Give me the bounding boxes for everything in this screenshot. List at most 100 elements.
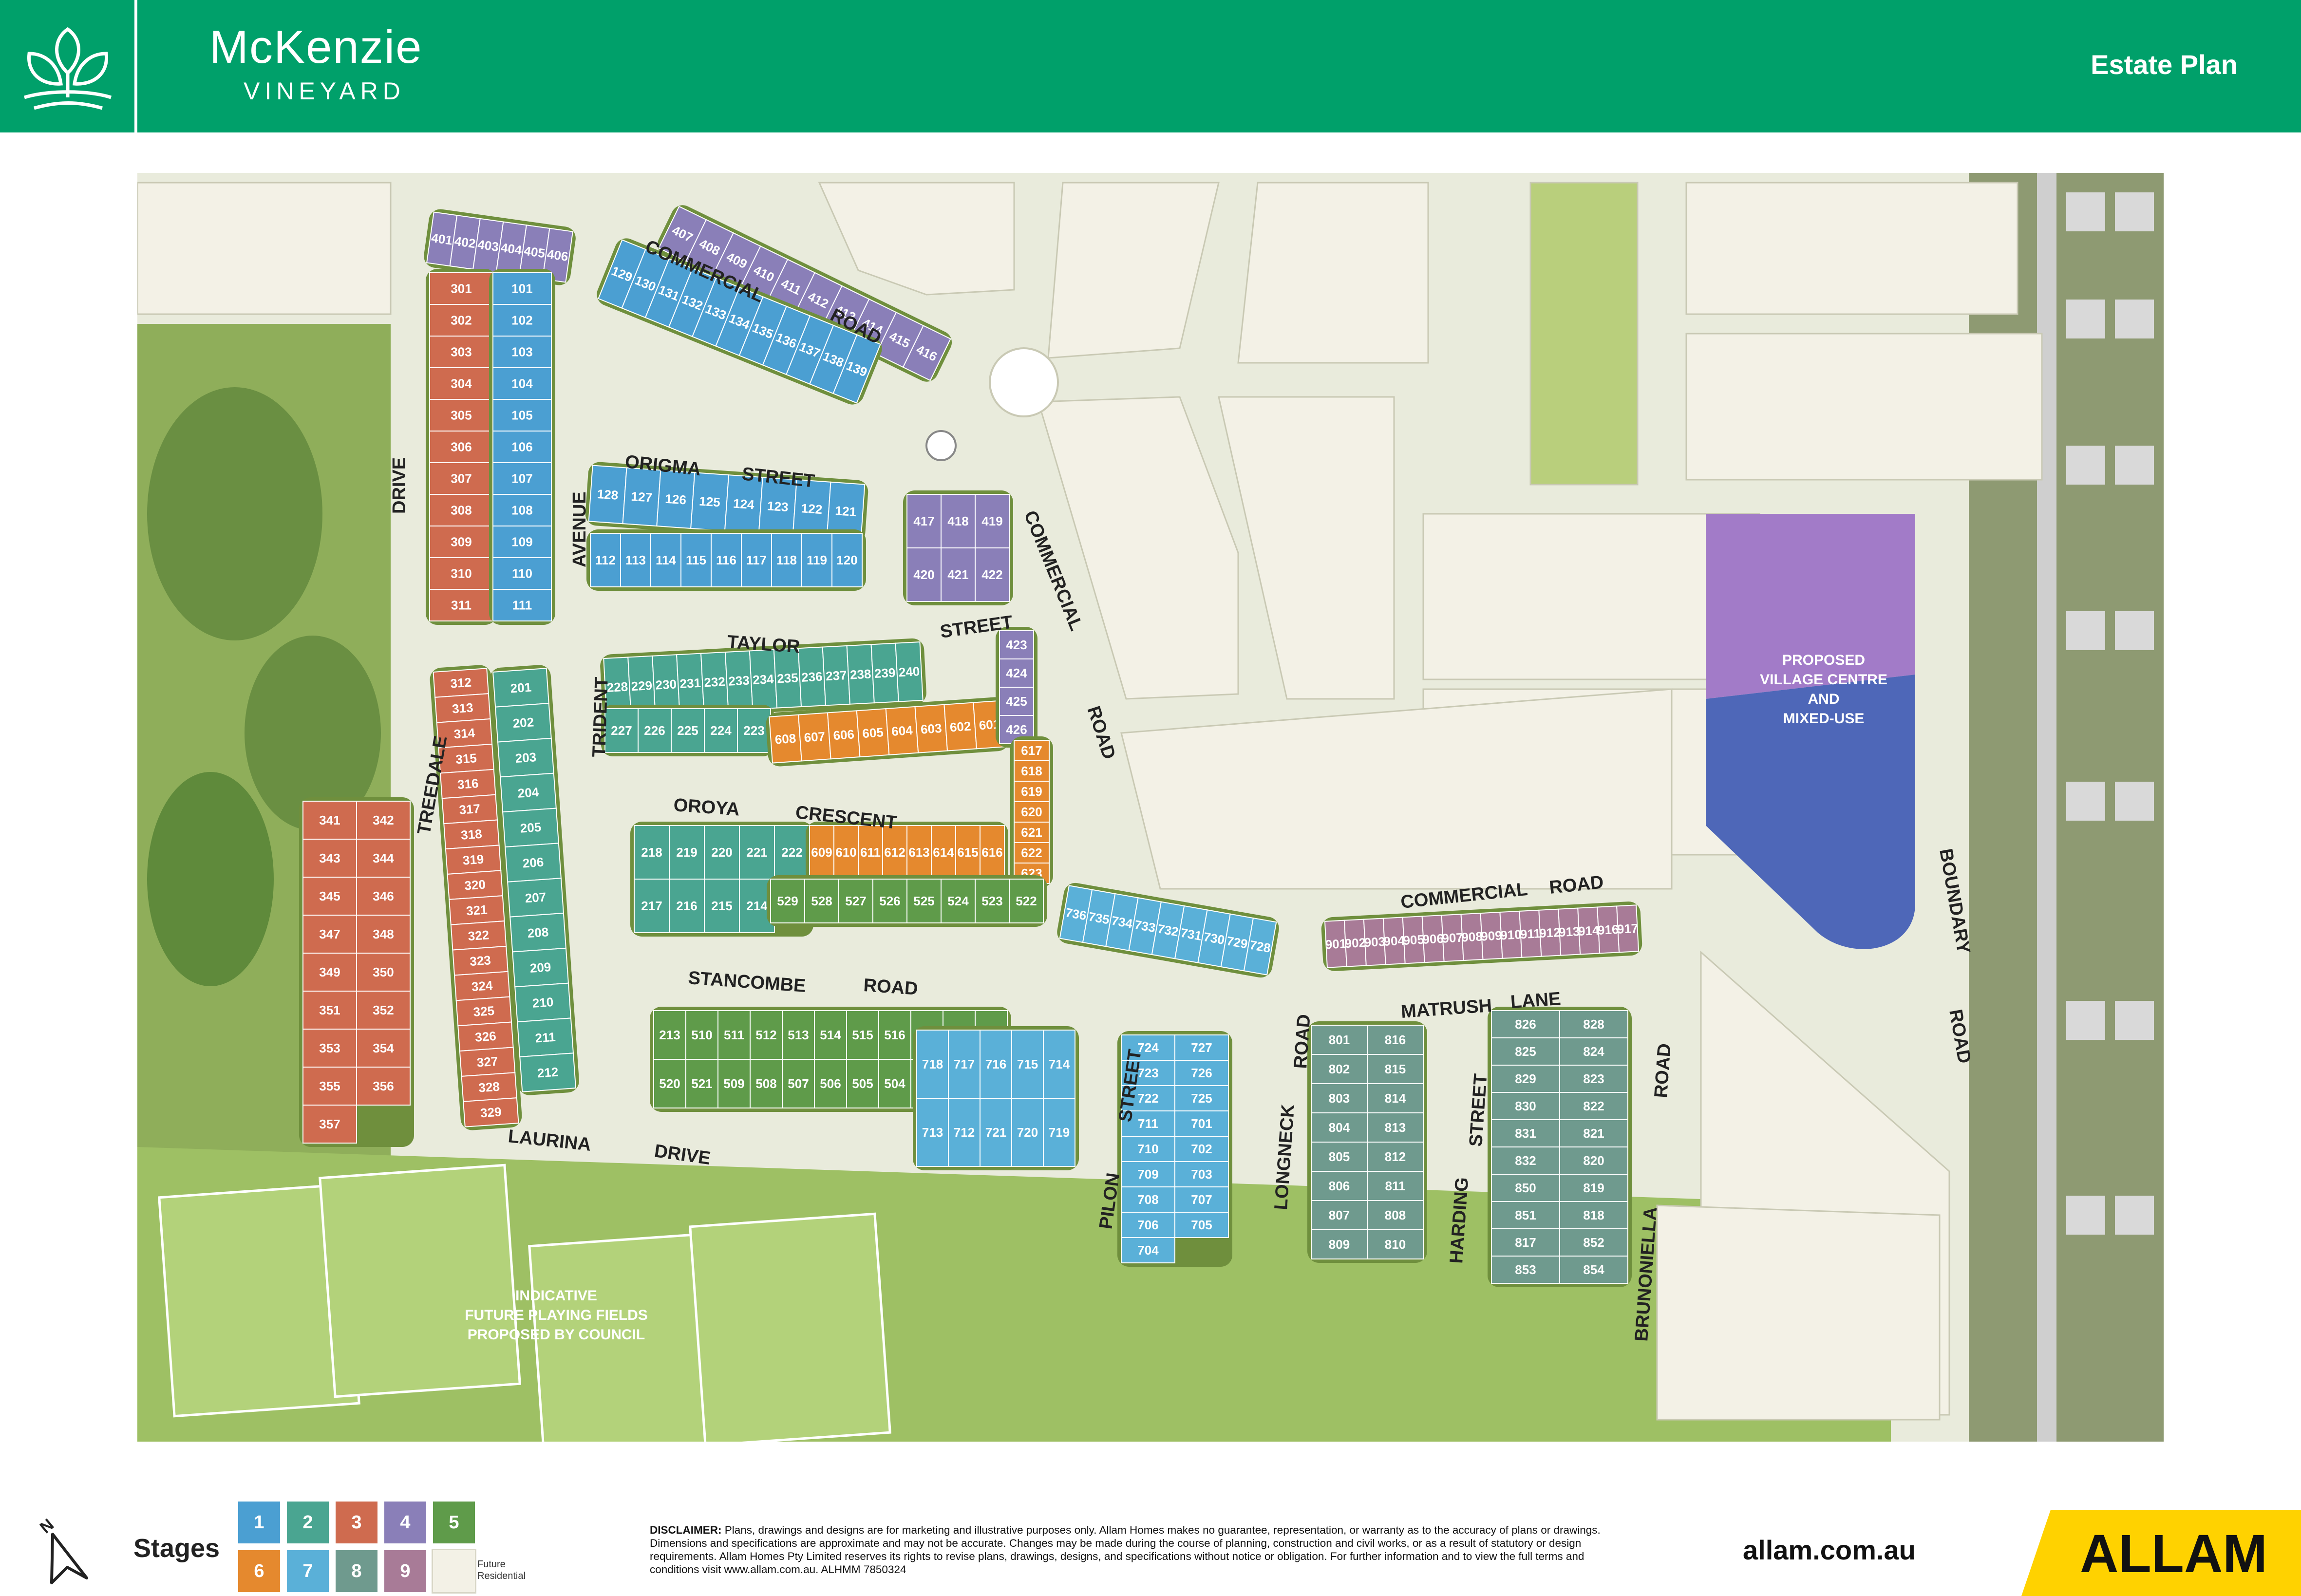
legend-stage-7: 7 xyxy=(285,1549,330,1594)
lot-number: 714 xyxy=(1049,1057,1070,1071)
lot-number: 403 xyxy=(477,237,500,254)
website-link[interactable]: allam.com.au xyxy=(1743,1534,1916,1566)
lot-number: 904 xyxy=(1383,933,1405,949)
lot-number: 509 xyxy=(723,1076,744,1091)
lot-number: 208 xyxy=(527,924,549,940)
lot-number: 828 xyxy=(1583,1017,1604,1032)
fields-label-3: PROPOSED BY COUNCIL xyxy=(468,1327,645,1343)
lot-number: 320 xyxy=(464,877,486,893)
lot-number: 511 xyxy=(724,1028,744,1042)
lot-number: 727 xyxy=(1191,1040,1212,1055)
lot-number: 819 xyxy=(1583,1181,1604,1195)
lot-number: 230 xyxy=(655,676,677,692)
lot-number: 512 xyxy=(755,1028,776,1042)
lot-number: 854 xyxy=(1583,1262,1604,1277)
lot-number: 112 xyxy=(595,553,616,567)
lot-number: 343 xyxy=(319,851,340,865)
lot-number: 401 xyxy=(431,230,453,248)
lot-number: 225 xyxy=(677,723,698,738)
lot-number: 313 xyxy=(452,700,473,716)
lot-block-s826: 826 828 825 824 829 823 830 822 831 821 832 820 850 8… xyxy=(1488,1007,1632,1287)
lot-number: 521 xyxy=(691,1076,712,1091)
lot-block-s341: 341 342 343 344 345 346 347 348 349 350 351 352 353 3… xyxy=(299,797,414,1147)
lot-number: 306 xyxy=(451,440,472,454)
lot-number: 223 xyxy=(743,723,764,738)
header-bar: McKenzie VINEYARD Estate Plan xyxy=(0,0,2301,132)
lot-number: 810 xyxy=(1385,1237,1406,1252)
lot-number: 603 xyxy=(920,721,942,737)
lot-number: 909 xyxy=(1481,928,1503,943)
lot-number: 516 xyxy=(884,1028,905,1042)
lot-number: 528 xyxy=(811,894,832,908)
lot-number: 123 xyxy=(767,498,789,514)
legend-future-residential xyxy=(432,1549,476,1594)
lot-number: 526 xyxy=(879,894,900,908)
lot-number: 812 xyxy=(1385,1149,1406,1164)
lot-number: 523 xyxy=(981,894,1002,908)
lot-number: 826 xyxy=(1515,1017,1536,1032)
lot-number: 913 xyxy=(1558,924,1580,939)
lot-number: 706 xyxy=(1137,1218,1158,1232)
lot-number: 206 xyxy=(522,855,544,871)
lot-number: 113 xyxy=(625,553,646,567)
lot-number: 355 xyxy=(319,1079,340,1093)
lot-number: 125 xyxy=(698,494,720,510)
lot-number: 815 xyxy=(1385,1062,1406,1076)
lot-number: 212 xyxy=(537,1065,559,1081)
lot-number: 505 xyxy=(852,1076,873,1091)
lot-number: 722 xyxy=(1137,1091,1158,1106)
road-stancombe-2: ROAD xyxy=(863,975,919,999)
lot-number: 707 xyxy=(1191,1192,1212,1207)
lot-number: 346 xyxy=(373,889,394,903)
legend-stage-9: 9 xyxy=(383,1549,428,1594)
estate-map[interactable]: PROPOSED VILLAGE CENTRE AND MIXED-USE IN… xyxy=(137,173,2164,1442)
lot-block-s529: 529 528 527 526 525 524 523 522 xyxy=(767,875,1047,927)
lot-number: 109 xyxy=(511,535,532,549)
lot-number: 323 xyxy=(469,953,491,969)
lot-number: 356 xyxy=(373,1079,394,1093)
lot-number: 851 xyxy=(1515,1208,1536,1222)
disclaimer: DISCLAIMER: Plans, drawings and designs … xyxy=(650,1523,1629,1576)
village-label-4: MIXED-USE xyxy=(1783,711,1865,727)
lot-number: 423 xyxy=(1006,638,1027,652)
lot-number: 201 xyxy=(510,679,532,695)
lot-number: 220 xyxy=(711,845,732,860)
lot-number: 801 xyxy=(1329,1033,1350,1047)
lot-number: 606 xyxy=(833,727,855,743)
lot-number: 106 xyxy=(511,440,532,454)
lot-number: 203 xyxy=(515,750,537,766)
lot-number: 719 xyxy=(1049,1125,1070,1140)
lot-number: 708 xyxy=(1137,1192,1158,1207)
lot-number: 832 xyxy=(1515,1153,1536,1168)
lot-number: 107 xyxy=(511,471,532,486)
lot-number: 806 xyxy=(1329,1179,1350,1193)
lot-number: 119 xyxy=(807,553,827,567)
legend-stage-4: 4 xyxy=(383,1500,428,1545)
lot-number: 817 xyxy=(1515,1235,1536,1250)
lot-number: 318 xyxy=(460,826,482,843)
lot-number: 205 xyxy=(520,820,542,836)
lot-number: 229 xyxy=(631,678,653,694)
lot-number: 807 xyxy=(1329,1208,1350,1222)
lot-number: 314 xyxy=(453,725,476,741)
header-divider xyxy=(134,0,137,132)
lot-number: 342 xyxy=(373,813,394,827)
lot-number: 219 xyxy=(676,845,697,860)
village-label-1: PROPOSED xyxy=(1782,652,1865,668)
lot-number: 702 xyxy=(1191,1142,1212,1156)
cul-de-sac xyxy=(925,430,957,461)
lot-number: 402 xyxy=(453,234,476,251)
lot-number: 620 xyxy=(1021,805,1042,819)
lot-block-s617: 617618619620621622623 xyxy=(1010,736,1053,887)
lot-number: 611 xyxy=(860,845,881,860)
lot-number: 704 xyxy=(1137,1243,1159,1258)
lot-number: 237 xyxy=(825,668,847,683)
lot-number: 101 xyxy=(511,282,532,296)
lot-number: 204 xyxy=(517,785,540,801)
lot-block-s801: 801 816 802 815 803 814 804 813 805 812 806 811 807 8… xyxy=(1307,1021,1427,1263)
lot-number: 527 xyxy=(845,894,866,908)
lot-number: 917 xyxy=(1617,921,1639,937)
lot-number: 831 xyxy=(1515,1126,1536,1141)
lot-number: 829 xyxy=(1515,1071,1536,1086)
north-arrow-icon: N xyxy=(37,1515,88,1584)
